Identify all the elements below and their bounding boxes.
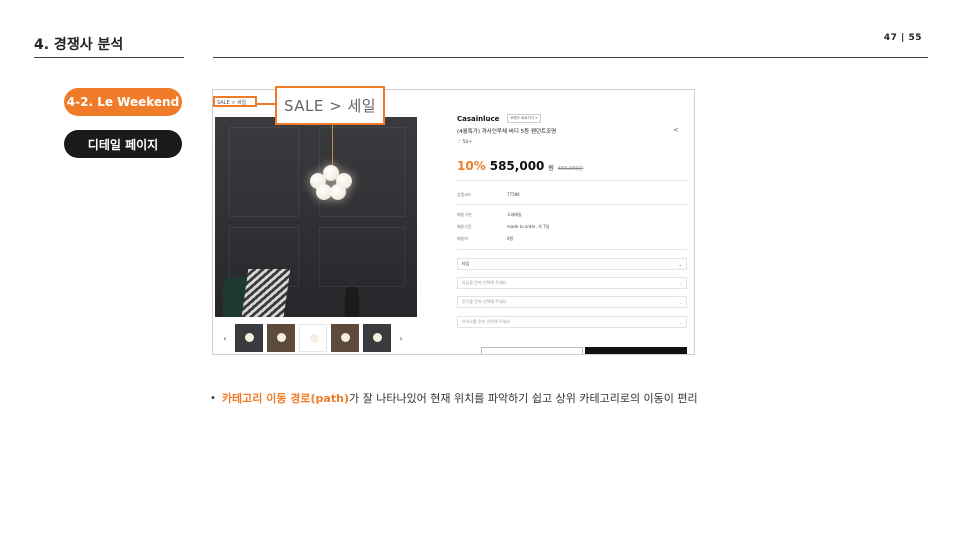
- spec-key: 배송비: [457, 236, 469, 241]
- chevron-down-icon: ⌄: [678, 280, 682, 286]
- option-label: 전구를 먼저 선택해 주세요: [462, 299, 507, 304]
- bullet-dot-icon: •: [210, 392, 216, 404]
- product-detail-screenshot: SALE > 세일 ⌕ ‹ › Casainluce 브랜드 바로가기 > (4…: [212, 89, 695, 355]
- page-separator: |: [901, 33, 905, 43]
- throw-blanket: [241, 269, 291, 317]
- sub-section-badge: 4-2. Le Weekend: [64, 88, 182, 116]
- brand-row: Casainluce 브랜드 바로가기 >: [457, 114, 687, 123]
- page-total: 55: [908, 33, 922, 43]
- thumbnail[interactable]: [235, 324, 263, 352]
- callout-connector: [257, 103, 275, 105]
- breadcrumb-callout: SALE > 세일: [275, 86, 385, 125]
- spec-row: 배송구분 국내배송: [457, 212, 522, 218]
- product-photo: ⌕: [215, 117, 417, 317]
- bullet-text: 카테고리 이동 경로(path)가 잘 나타나있어 현재 위치를 파악하기 쉽고…: [222, 390, 698, 406]
- quantity-field[interactable]: [481, 347, 583, 354]
- spec-row: 상품코드 77596: [457, 192, 520, 198]
- spec-value: 국내배송: [507, 212, 522, 217]
- option-label: 하이오를 먼저 선택해 주세요: [462, 319, 510, 324]
- spec-key: 배송구분: [457, 212, 472, 217]
- page-type-badge: 디테일 페이지: [64, 130, 182, 158]
- price-row: 10% 585,000 원 650,000원: [457, 159, 583, 173]
- header-divider: [213, 57, 928, 58]
- spec-row: 배송비 0원: [457, 236, 513, 242]
- bullet-highlight: 카테고리 이동 경로(path): [221, 392, 349, 405]
- breadcrumb: SALE > 세일: [217, 100, 247, 106]
- section-title: 4. 경쟁사 분석: [34, 37, 124, 53]
- product-name: (4월특가) 까사인루체 버디 5등 펜던트조명: [457, 129, 557, 135]
- thumbnail[interactable]: [363, 324, 391, 352]
- divider: [457, 204, 687, 205]
- option-select[interactable]: 타입을 먼저 선택해 주세요 ⌄: [457, 277, 687, 289]
- page-current: 47: [883, 33, 898, 43]
- wall-panel: [319, 227, 405, 287]
- share-icon[interactable]: <: [673, 126, 679, 134]
- discount-rate: 10%: [457, 159, 486, 173]
- like-count[interactable]: ♡ 50+: [457, 140, 472, 145]
- option-select[interactable]: 타입 ⌄: [457, 258, 687, 270]
- currency-unit: 원: [548, 165, 554, 172]
- prev-thumb-button[interactable]: ‹: [219, 334, 231, 343]
- thumbnail[interactable]: [267, 324, 295, 352]
- brand-link[interactable]: 브랜드 바로가기 >: [507, 114, 542, 123]
- vase: [345, 287, 359, 317]
- page-number: 47 | 55: [884, 33, 922, 43]
- buy-button[interactable]: [585, 347, 687, 354]
- thumbnail[interactable]: [331, 324, 359, 352]
- option-label: 타입: [462, 261, 470, 266]
- brand-name[interactable]: Casainluce: [457, 115, 499, 123]
- spec-key: 배송기간: [457, 224, 472, 229]
- bullet-point: • 카테고리 이동 경로(path)가 잘 나타나있어 현재 위치를 파악하기 …: [210, 390, 698, 406]
- sale-price: 585,000: [489, 159, 545, 173]
- option-select[interactable]: 하이오를 먼저 선택해 주세요 ⌄: [457, 316, 687, 328]
- next-thumb-button[interactable]: ›: [395, 334, 407, 343]
- thumbnail-strip: ‹ ›: [219, 323, 417, 353]
- product-info: Casainluce 브랜드 바로가기 > (4월특가) 까사인루체 버디 5등…: [457, 114, 687, 328]
- chevron-down-icon: ⌄: [678, 319, 682, 325]
- option-select[interactable]: 전구를 먼저 선택해 주세요 ⌄: [457, 296, 687, 308]
- option-label: 타입을 먼저 선택해 주세요: [462, 280, 507, 285]
- spec-row: 배송기간 made to order, 약 7일: [457, 224, 549, 230]
- spec-value: 77596: [507, 192, 520, 197]
- divider: [457, 249, 687, 250]
- original-price: 650,000원: [557, 166, 584, 172]
- title-divider: [34, 57, 184, 58]
- spec-key: 상품코드: [457, 192, 472, 197]
- chevron-down-icon: ⌄: [678, 299, 682, 305]
- wall-panel: [229, 127, 299, 217]
- spec-value: 0원: [507, 236, 514, 241]
- spec-value: made to order, 약 7일: [507, 224, 550, 229]
- thumbnail[interactable]: [299, 324, 327, 352]
- pendant-bulb: [330, 184, 346, 200]
- divider: [457, 180, 687, 181]
- chevron-down-icon: ⌄: [678, 261, 682, 267]
- bullet-rest: 가 잘 나타나있어 현재 위치를 파악하기 쉽고 상위 카테고리로의 이동이 편…: [348, 392, 698, 405]
